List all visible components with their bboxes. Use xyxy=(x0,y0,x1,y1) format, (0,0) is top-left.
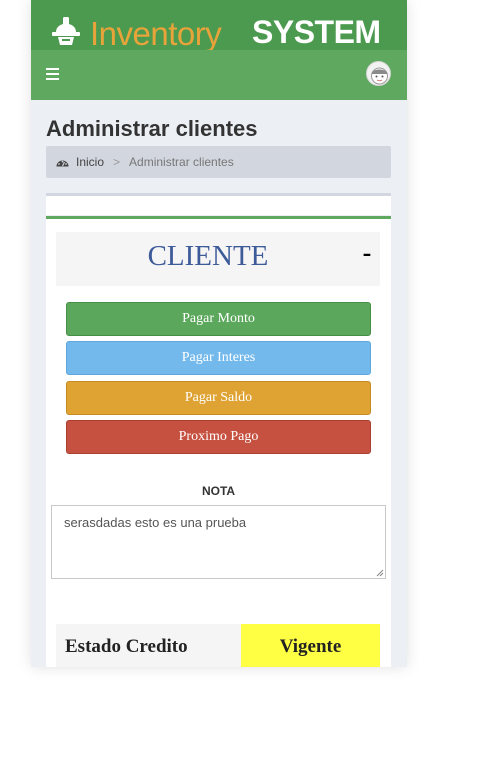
hamburger-menu-icon[interactable] xyxy=(46,68,59,80)
client-box: CLIENTE - Pagar Monto Pagar Interes Paga… xyxy=(46,216,391,667)
page-title: Administrar clientes xyxy=(46,116,258,141)
pay-interest-button[interactable]: Pagar Interes xyxy=(66,341,371,375)
logo-text-inventory: Inventory xyxy=(90,15,222,52)
client-title: CLIENTE xyxy=(147,240,269,272)
pay-amount-button[interactable]: Pagar Monto xyxy=(66,302,371,336)
collapsed-box xyxy=(46,193,391,215)
note-label: NOTA xyxy=(201,484,236,498)
hard-hat-icon xyxy=(52,17,80,45)
credit-status-value: Vigente xyxy=(241,624,380,667)
client-box-header: CLIENTE - xyxy=(56,232,380,286)
dashboard-icon xyxy=(56,160,69,167)
logo-bar: Inventory SYSTEM xyxy=(31,0,407,52)
app-frame: Inventory SYSTEM Administrar clientes In… xyxy=(31,0,407,667)
credit-status-row: Estado Credito Vigente xyxy=(56,624,380,667)
breadcrumb-home-link[interactable]: Inicio xyxy=(76,155,104,169)
note-textarea[interactable]: serasdadas esto es una prueba xyxy=(51,505,386,579)
collapse-button[interactable]: - xyxy=(357,238,377,272)
user-avatar-icon[interactable] xyxy=(366,61,391,86)
pay-balance-button[interactable]: Pagar Saldo xyxy=(66,381,371,415)
resize-grip-icon[interactable] xyxy=(376,569,384,577)
next-payment-button[interactable]: Proximo Pago xyxy=(66,420,371,454)
breadcrumb-current: Administrar clientes xyxy=(129,155,234,169)
breadcrumb-separator: > xyxy=(113,155,121,169)
breadcrumb: Inicio > Administrar clientes xyxy=(46,146,391,178)
logo-text-system: SYSTEM xyxy=(252,14,381,50)
top-navbar xyxy=(31,50,407,100)
credit-status-label: Estado Credito xyxy=(56,624,241,667)
note-text: serasdadas esto es una prueba xyxy=(64,515,247,530)
